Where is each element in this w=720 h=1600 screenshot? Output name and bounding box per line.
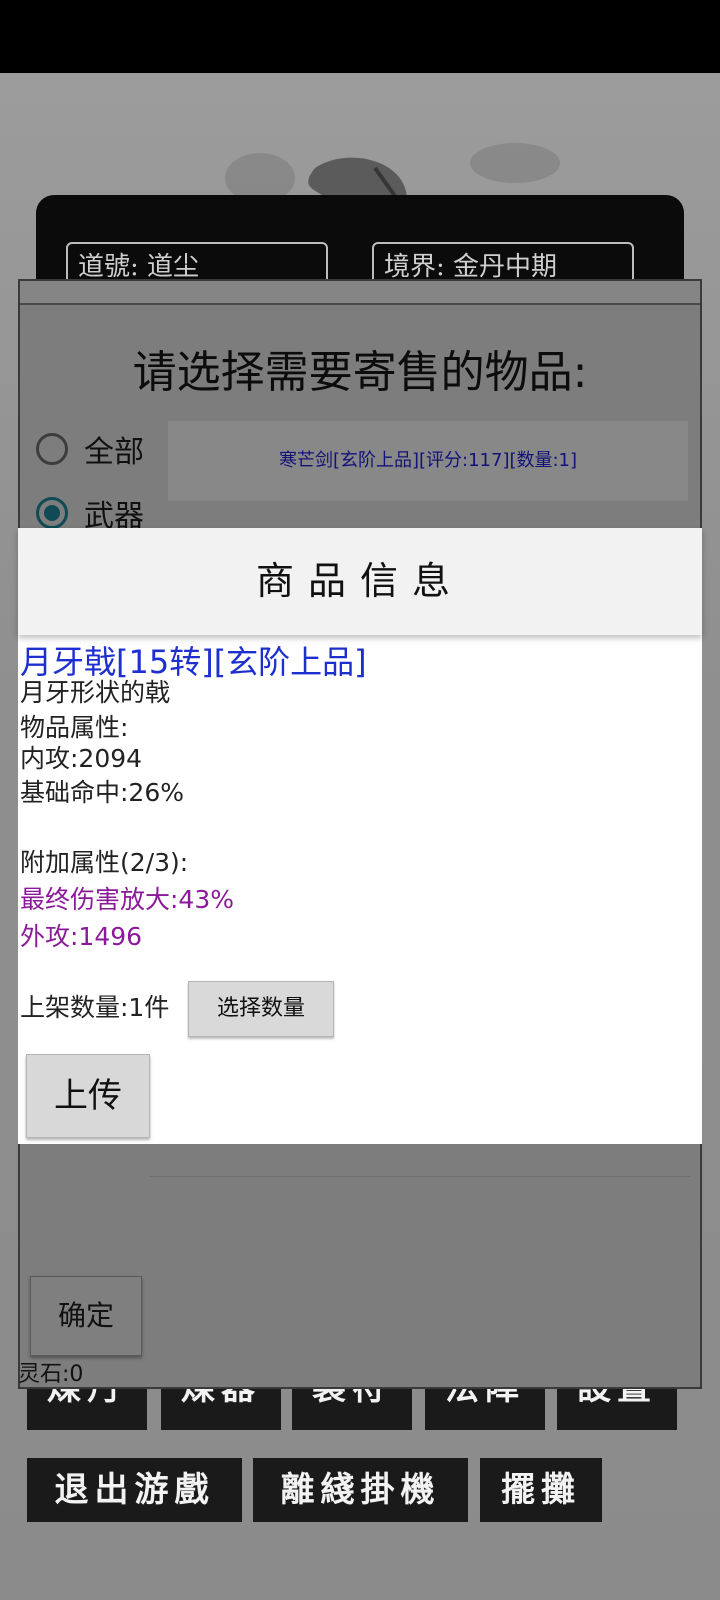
product-info-dialog: 商品信息 月牙戟[15转][玄阶上品] 月牙形状的戟 物品属性: 内攻:2094… — [18, 528, 702, 1144]
item-attr: 内攻:2094 — [20, 744, 143, 773]
stall-button[interactable]: 擺攤 — [480, 1458, 602, 1522]
radio-icon[interactable] — [36, 433, 68, 465]
confirm-button[interactable]: 确定 — [30, 1276, 142, 1356]
exit-game-button[interactable]: 退出游戲 — [27, 1458, 242, 1522]
list-item[interactable]: 寒芒剑[玄阶上品][评分:117][数量:1] — [168, 421, 688, 501]
item-extra-title: 附加属性(2/3): — [20, 848, 189, 877]
status-bar — [0, 0, 720, 73]
item-extra-attr: 最终伤害放大:43% — [20, 885, 234, 914]
lingshi-count: 灵石:0 — [18, 1362, 84, 1387]
ink-splash — [470, 143, 560, 183]
sell-dialog-title: 请选择需要寄售的物品: — [132, 347, 588, 398]
filter-all[interactable]: 全部 — [36, 427, 144, 471]
upload-button[interactable]: 上传 — [26, 1054, 150, 1138]
filter-all-label: 全部 — [84, 435, 144, 470]
offline-idle-button[interactable]: 離綫掛機 — [253, 1458, 468, 1522]
quantity-text: 上架数量:1件 — [20, 993, 170, 1022]
list-divider — [150, 1176, 690, 1177]
item-extra-attr: 外攻:1496 — [20, 922, 143, 951]
item-description: 月牙形状的戟 — [20, 678, 171, 707]
radio-checked-icon[interactable] — [36, 497, 68, 529]
select-quantity-button[interactable]: 选择数量 — [188, 981, 334, 1037]
product-info-header: 商品信息 — [18, 528, 702, 635]
item-attr-title: 物品属性: — [20, 713, 129, 742]
sell-dialog-topbar — [20, 281, 700, 305]
item-attr: 基础命中:26% — [20, 778, 184, 807]
